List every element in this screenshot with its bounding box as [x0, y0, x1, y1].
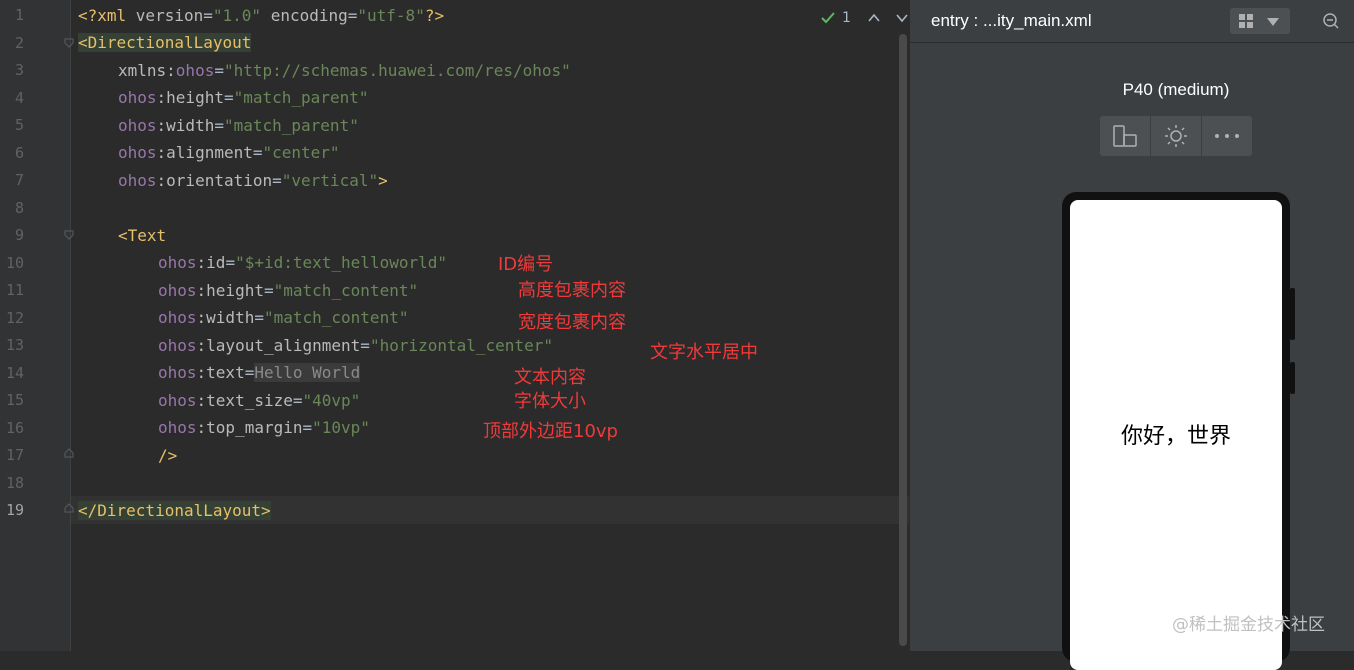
code-line-2: <DirectionalLayout: [78, 33, 252, 52]
code-line-11: ohos:height="match_content": [158, 281, 419, 300]
code-line-9: <Text: [118, 226, 167, 245]
line-number: 19: [5, 501, 24, 519]
code-line-10: ohos:id="$+id:text_helloworld": [158, 253, 447, 272]
preview-toolbar: [1100, 116, 1252, 156]
code-line-1: <?xml version="1.0" encoding="utf-8"?>: [78, 6, 445, 25]
rotate-device-icon: [1113, 125, 1137, 147]
line-number: 9: [14, 226, 24, 244]
more-button[interactable]: [1202, 116, 1252, 156]
line-number: 15: [5, 391, 24, 409]
annotation-width: 宽度包裹内容: [518, 312, 626, 333]
layout-selector-button[interactable]: [1230, 8, 1290, 34]
line-number: 7: [14, 171, 24, 189]
line-number: 11: [5, 281, 24, 299]
line-number: 14: [5, 364, 24, 382]
line-number: 5: [14, 116, 24, 134]
line-number: 2: [14, 34, 24, 52]
orientation-button[interactable]: [1100, 116, 1151, 156]
annotation-text: 文本内容: [514, 367, 586, 388]
previewer-header: entry : ...ity_main.xml: [910, 0, 1354, 43]
watermark: @稀土掘金技术社区: [1172, 615, 1325, 635]
grid-icon: [1239, 14, 1253, 28]
chevron-up-icon[interactable]: [867, 11, 881, 25]
code-editor[interactable]: 1 2 3 4 5 6 7 8 9 10 11 12 13 14 15 16 1…: [0, 0, 909, 651]
code-line-3: xmlns:ohos="http://schemas.huawei.com/re…: [118, 61, 571, 80]
annotation-alignment: 文字水平居中: [650, 342, 758, 363]
annotation-id: ID编号: [498, 254, 554, 275]
dropdown-arrow-icon: [1267, 18, 1279, 26]
theme-button[interactable]: [1151, 116, 1202, 156]
gutter-divider: [70, 0, 71, 651]
code-line-13: ohos:layout_alignment="horizontal_center…: [158, 336, 553, 355]
fold-end-marker-icon[interactable]: [64, 448, 74, 458]
hello-world-text: 你好，世界: [1120, 424, 1231, 449]
more-icon: [1215, 134, 1239, 138]
sun-icon: [1165, 125, 1187, 147]
code-line-7: ohos:orientation="vertical">: [118, 171, 388, 190]
line-number: 10: [5, 254, 24, 272]
code-line-12: ohos:width="match_content": [158, 308, 409, 327]
fold-marker-icon[interactable]: [64, 38, 74, 48]
inspection-count: 1: [842, 10, 851, 26]
previewer-panel: entry : ...ity_main.xml P40 (medium) 你好，…: [910, 0, 1354, 670]
line-number: 4: [14, 89, 24, 107]
check-icon: [821, 12, 835, 24]
fold-end-marker-icon[interactable]: [64, 503, 74, 513]
line-number: 17: [5, 446, 24, 464]
previewer-title: entry : ...ity_main.xml: [931, 11, 1092, 30]
code-line-17: />: [158, 446, 178, 465]
annotation-height: 高度包裹内容: [518, 280, 626, 301]
chevron-down-icon[interactable]: [895, 11, 909, 25]
fold-marker-icon[interactable]: [64, 230, 74, 240]
line-number: 16: [5, 419, 24, 437]
code-line-6: ohos:alignment="center": [118, 143, 340, 162]
code-line-14: ohos:text=Hello World: [158, 363, 361, 382]
annotation-top-margin: 顶部外边距10vp: [483, 421, 618, 442]
code-line-19: </DirectionalLayout>: [78, 501, 271, 520]
line-number: 13: [5, 336, 24, 354]
line-number: 6: [14, 144, 24, 162]
annotation-text-size: 字体大小: [514, 391, 586, 412]
inspection-widget[interactable]: 1: [820, 8, 909, 28]
line-number: 3: [14, 61, 24, 79]
device-name: P40 (medium): [1122, 80, 1230, 99]
code-line-5: ohos:width="match_parent": [118, 116, 359, 135]
device-screen[interactable]: 你好，世界: [1070, 200, 1282, 670]
code-line-16: ohos:top_margin="10vp": [158, 418, 370, 437]
editor-scrollbar[interactable]: [899, 34, 907, 646]
device-frame: 你好，世界: [1062, 192, 1290, 670]
device-side-button: [1290, 288, 1295, 340]
code-line-4: ohos:height="match_parent": [118, 88, 369, 107]
code-line-15: ohos:text_size="40vp": [158, 391, 361, 410]
line-number: 1: [14, 6, 24, 24]
line-number: 12: [5, 309, 24, 327]
device-side-button: [1290, 362, 1295, 394]
line-number: 8: [14, 199, 24, 217]
line-number: 18: [5, 474, 24, 492]
zoom-out-icon[interactable]: [1322, 12, 1340, 30]
